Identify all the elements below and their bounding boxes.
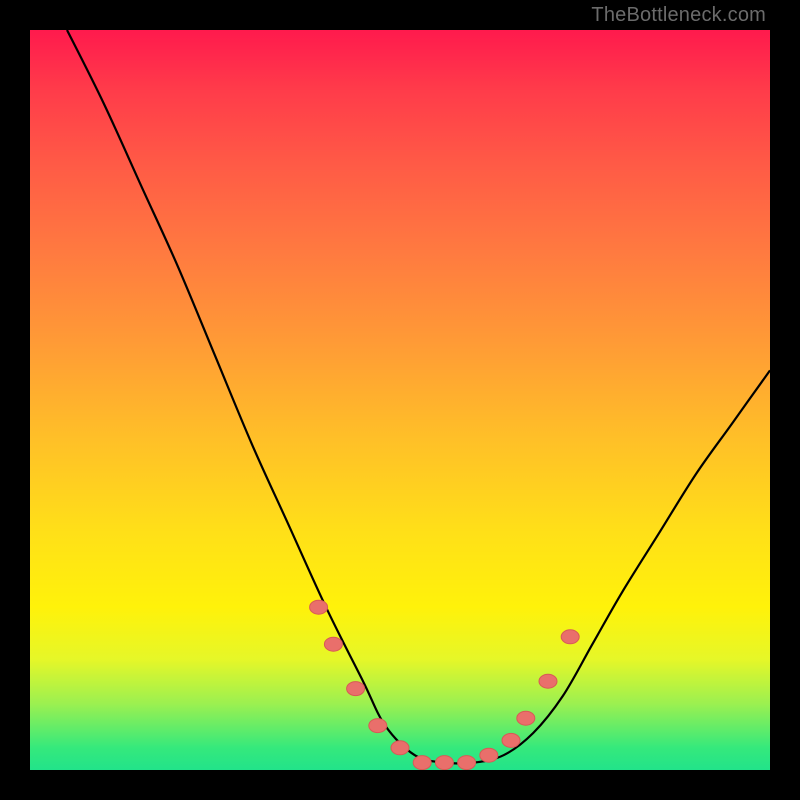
bottleneck-curve-path [67, 30, 770, 764]
curve-marker [458, 756, 476, 770]
curve-marker [517, 711, 535, 725]
curve-layer [67, 30, 770, 764]
curve-marker [324, 637, 342, 651]
curve-marker [369, 719, 387, 733]
curve-marker [391, 741, 409, 755]
marker-layer [310, 600, 580, 769]
chart-outer-frame: TheBottleneck.com [0, 0, 800, 800]
curve-marker [480, 748, 498, 762]
curve-marker [413, 756, 431, 770]
curve-marker [561, 630, 579, 644]
curve-marker [347, 682, 365, 696]
curve-marker [435, 756, 453, 770]
curve-marker [539, 674, 557, 688]
heat-gradient-plot-area [30, 30, 770, 770]
bottleneck-curve-svg [30, 30, 770, 770]
curve-marker [310, 600, 328, 614]
watermark-text: TheBottleneck.com [591, 4, 766, 27]
curve-marker [502, 733, 520, 747]
